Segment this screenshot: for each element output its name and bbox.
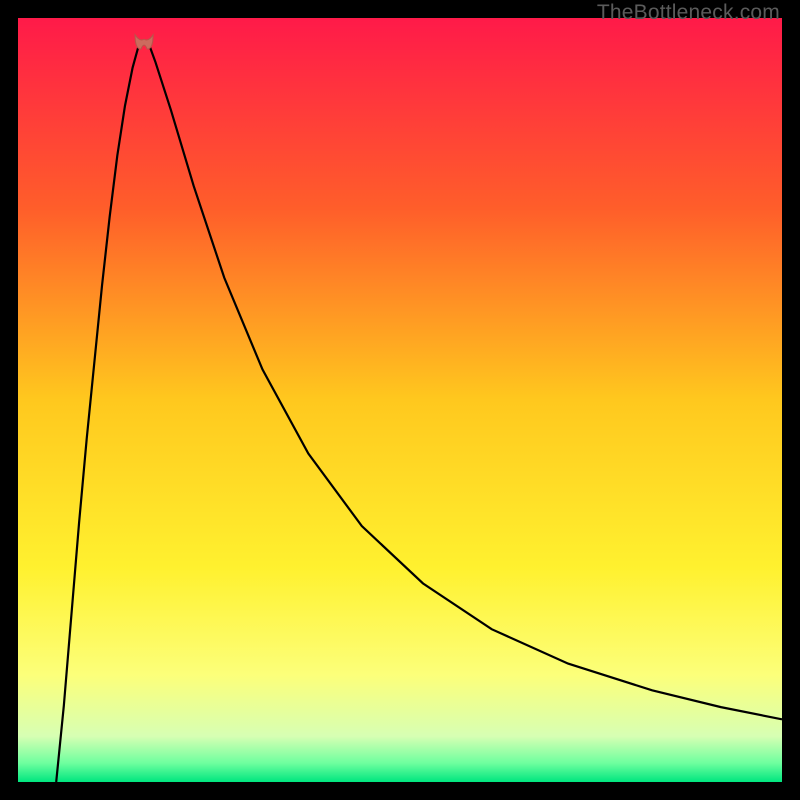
bottleneck-plot bbox=[18, 18, 782, 782]
gradient-background bbox=[18, 18, 782, 782]
chart-frame bbox=[18, 18, 782, 782]
watermark-text: TheBottleneck.com bbox=[597, 1, 780, 25]
